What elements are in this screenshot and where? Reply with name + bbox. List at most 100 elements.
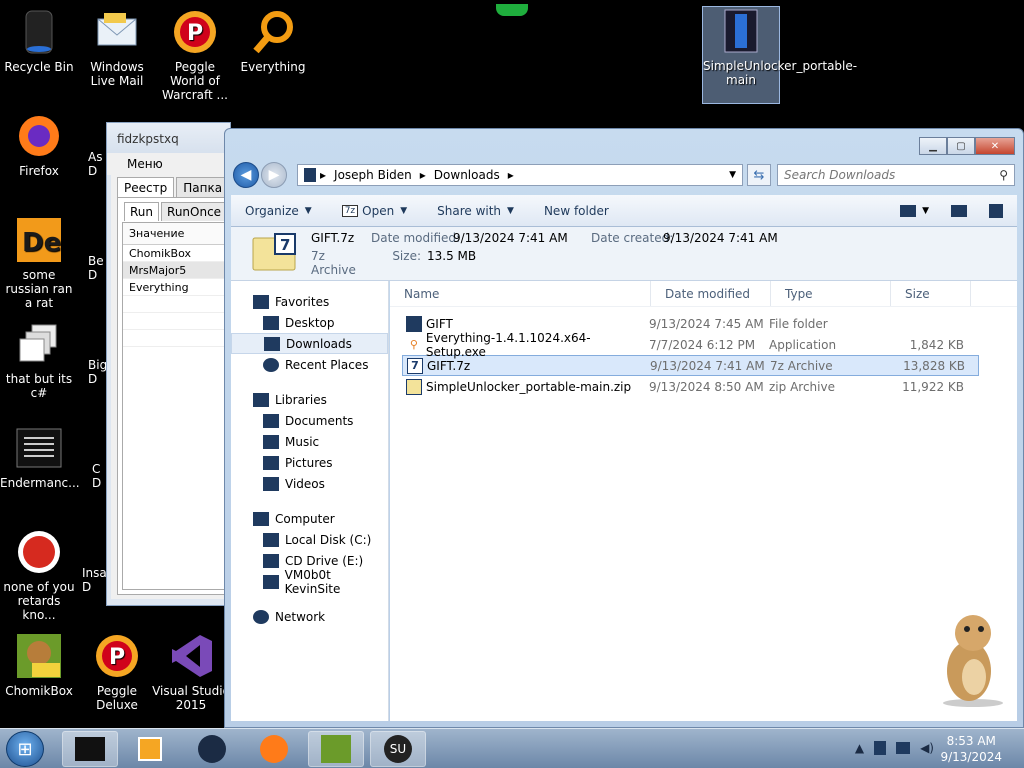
- nav-desktop[interactable]: Desktop: [231, 312, 388, 333]
- desktop-icon-peggle-wow[interactable]: P Peggle World of Warcraft ...: [156, 8, 234, 102]
- desktop-icon-some-russian[interactable]: De some russian ran a rat: [0, 216, 78, 310]
- breadcrumb-user[interactable]: Joseph Biden: [334, 168, 412, 182]
- desktop-icon-chomikbox[interactable]: ChomikBox: [0, 632, 78, 698]
- su-icon: SU: [384, 735, 412, 763]
- nav-favorites[interactable]: Favorites: [231, 291, 388, 312]
- explorer-window[interactable]: ▁ ▢ ✕ ◀ ▶ ▸ Joseph Biden ▸ Downloads ▸ ▼…: [224, 128, 1024, 728]
- list-item[interactable]: Everything: [123, 279, 228, 296]
- nav-label: Computer: [275, 511, 335, 526]
- maximize-button[interactable]: ▢: [947, 137, 975, 155]
- desktop-icon-label: ChomikBox: [5, 684, 73, 698]
- menu-item[interactable]: Меню: [107, 153, 230, 175]
- nav-recent-places[interactable]: Recent Places: [231, 354, 388, 375]
- taskbar-explorer[interactable]: [62, 731, 118, 767]
- desktop-icon-label: Peggle World of Warcraft ...: [162, 60, 228, 102]
- desktop-icon-visual-studio[interactable]: Visual Studio 2015: [152, 632, 230, 712]
- open-button[interactable]: 7z Open ▼: [341, 204, 408, 218]
- desktop-icon-none-of-you[interactable]: none of you retards kno...: [0, 528, 78, 622]
- refresh-button[interactable]: ⇆: [747, 164, 771, 186]
- breadcrumb-downloads[interactable]: Downloads: [434, 168, 500, 182]
- desktop-icon-partial[interactable]: As D: [88, 150, 108, 178]
- globe-icon: [198, 735, 226, 763]
- address-bar[interactable]: ▸ Joseph Biden ▸ Downloads ▸ ▼: [297, 164, 743, 186]
- nav-network-share[interactable]: VM0b0t KevinSite: [231, 568, 388, 596]
- forward-button[interactable]: ▶: [261, 162, 287, 188]
- column-date-modified[interactable]: Date modified: [651, 281, 771, 306]
- start-button[interactable]: ⊞: [6, 731, 44, 767]
- close-button[interactable]: ✕: [975, 137, 1015, 155]
- chevron-right-icon[interactable]: ▸: [420, 168, 426, 182]
- preview-pane-icon[interactable]: [951, 204, 967, 217]
- taskbar-simpleunlocker[interactable]: SU: [370, 731, 426, 767]
- column-header[interactable]: Значение: [123, 223, 228, 245]
- desktop-icon-partial[interactable]: Insa D: [82, 566, 108, 594]
- hamster-mascot[interactable]: [929, 607, 1009, 707]
- desktop-icon-that-but-its-c[interactable]: that but its c#: [0, 320, 78, 400]
- desktop-icon-partial[interactable]: Be D: [88, 254, 108, 282]
- column-size[interactable]: Size: [891, 281, 971, 306]
- nav-music[interactable]: Music: [231, 431, 388, 452]
- new-folder-button[interactable]: New folder: [544, 204, 609, 218]
- nav-documents[interactable]: Documents: [231, 410, 388, 431]
- desktop-icon-simpleunlocker[interactable]: SimpleUnlocker_portable-main: [702, 6, 857, 104]
- back-button[interactable]: ◀: [233, 162, 259, 188]
- list-item[interactable]: MrsMajor5: [123, 262, 228, 279]
- tab-run[interactable]: Run: [124, 202, 160, 221]
- chevron-down-icon[interactable]: ▼: [922, 206, 929, 216]
- tab-runonce[interactable]: RunOnce: [161, 202, 228, 221]
- nav-computer[interactable]: Computer: [231, 508, 388, 529]
- nav-local-disk[interactable]: Local Disk (C:): [231, 529, 388, 550]
- desktop-icon-label: that but its c#: [5, 372, 73, 400]
- search-box[interactable]: ⚲: [777, 164, 1015, 186]
- share-with-button[interactable]: Share with ▼: [437, 204, 514, 218]
- window-body: Реестр Папка авто Run RunOnce Значение C…: [111, 175, 230, 599]
- column-name[interactable]: Name: [390, 281, 651, 306]
- taskbar-app-orb[interactable]: [184, 731, 240, 767]
- address-row: ◀ ▶ ▸ Joseph Biden ▸ Downloads ▸ ▼ ⇆ ⚲: [233, 161, 1015, 189]
- view-icon[interactable]: [900, 204, 917, 217]
- firefox-icon: [15, 112, 63, 160]
- organize-label: Organize: [245, 203, 299, 218]
- taskbar-chomikbox[interactable]: [308, 731, 364, 767]
- chevron-right-icon[interactable]: ▸: [508, 168, 514, 182]
- list-item[interactable]: ChomikBox: [123, 245, 228, 262]
- nav-downloads[interactable]: Downloads: [231, 333, 388, 354]
- clock[interactable]: 8:53 AM 9/13/2024: [940, 733, 1002, 765]
- nav-videos[interactable]: Videos: [231, 473, 388, 494]
- value-list[interactable]: Значение ChomikBox MrsMajor5 Everything: [122, 222, 229, 590]
- search-input[interactable]: [784, 168, 1000, 182]
- action-center-icon[interactable]: [896, 742, 911, 754]
- taskbar-firefox[interactable]: [246, 731, 302, 767]
- autorun-window[interactable]: fidzkpstxq Меню Реестр Папка авто Run Ru…: [106, 122, 231, 606]
- desktop-icon-windows-live-mail[interactable]: Windows Live Mail: [78, 8, 156, 88]
- nav-network[interactable]: Network: [231, 606, 388, 627]
- desktop-icon-everything[interactable]: Everything: [234, 8, 312, 74]
- desktop-icon-label: As D: [88, 150, 103, 178]
- nav-pictures[interactable]: Pictures: [231, 452, 388, 473]
- column-type[interactable]: Type: [771, 281, 891, 306]
- library-icon: [253, 392, 269, 407]
- file-row[interactable]: SimpleUnlocker_portable-main.zip 9/13/20…: [402, 376, 979, 397]
- desktop-icon-endermanch[interactable]: Endermanc...: [0, 424, 80, 490]
- chevron-down-icon[interactable]: ▼: [729, 170, 736, 180]
- volume-icon[interactable]: ◀): [920, 741, 934, 755]
- desktop-icon-firefox[interactable]: Firefox: [0, 112, 78, 178]
- help-icon[interactable]: [989, 203, 1003, 218]
- desktop-icon-peggle-deluxe[interactable]: P Peggle Deluxe: [78, 632, 156, 712]
- nav-label: Downloads: [286, 336, 352, 351]
- chevron-down-icon: ▼: [400, 205, 408, 216]
- desktop-icon-label: Firefox: [19, 164, 59, 178]
- file-name: GIFT.7z: [427, 358, 471, 373]
- file-name: Everything-1.4.1.1024.x64-Setup.exe: [425, 330, 591, 359]
- chevron-up-icon[interactable]: ▲: [855, 741, 864, 755]
- taskbar-media-player[interactable]: [122, 731, 178, 767]
- view-controls: ▼: [886, 203, 1003, 218]
- organize-button[interactable]: Organize ▼: [245, 204, 312, 218]
- nav-libraries[interactable]: Libraries: [231, 389, 388, 410]
- network-icon[interactable]: [874, 741, 887, 755]
- minimize-button[interactable]: ▁: [919, 137, 947, 155]
- file-row[interactable]: 7 GIFT.7z 9/13/2024 7:41 AM 7z Archive 13…: [402, 355, 979, 376]
- desktop-icon-partial[interactable]: Big D: [88, 358, 108, 386]
- file-row[interactable]: ⚲ Everything-1.4.1.1024.x64-Setup.exe 7/7…: [402, 331, 979, 359]
- desktop-icon-recycle-bin[interactable]: Recycle Bin: [0, 8, 78, 74]
